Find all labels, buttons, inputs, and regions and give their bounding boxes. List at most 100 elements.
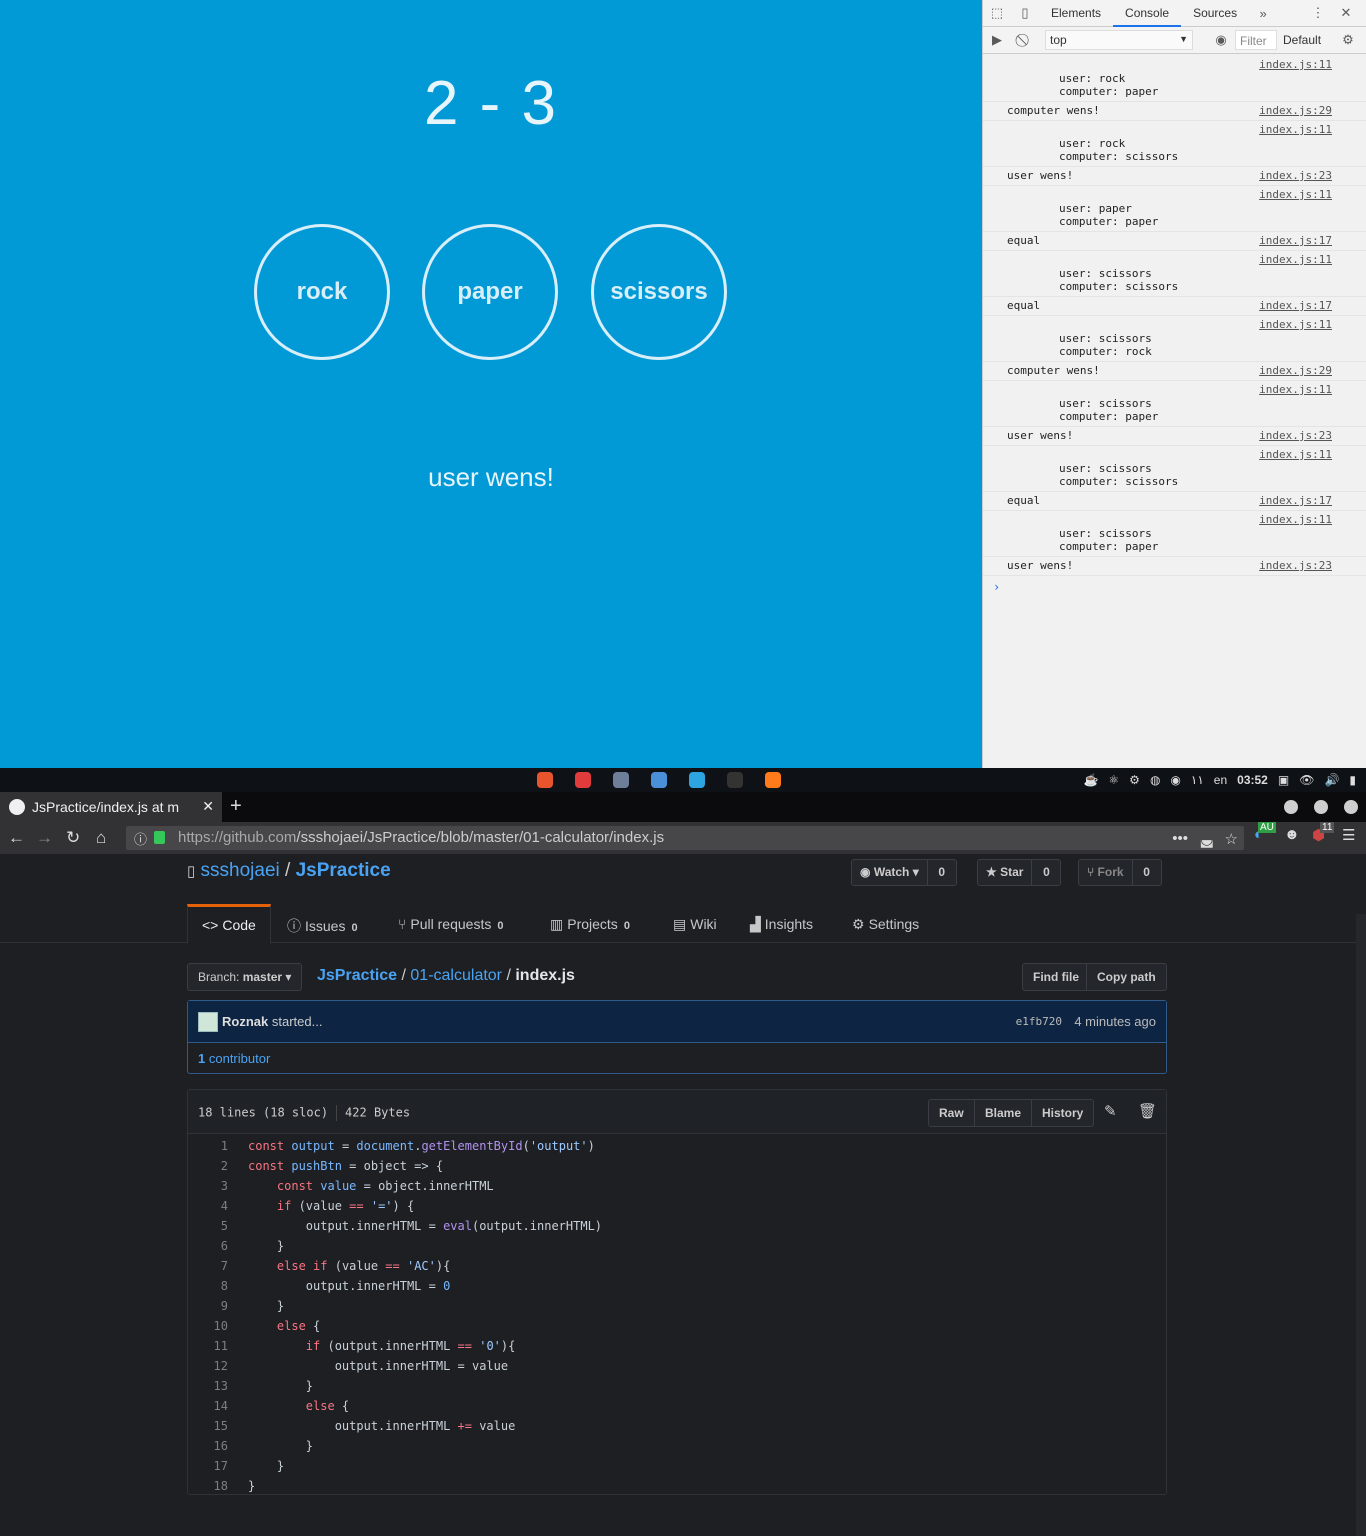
minimize-button[interactable] bbox=[1284, 800, 1298, 814]
tab-sources[interactable]: Sources bbox=[1181, 0, 1249, 27]
console-source-link[interactable]: index.js:29 bbox=[1259, 104, 1332, 117]
close-icon[interactable]: ✕ bbox=[1332, 5, 1360, 21]
tab-console[interactable]: Console bbox=[1113, 0, 1182, 27]
line-number[interactable]: 12 bbox=[188, 1356, 238, 1376]
kebab-menu-icon[interactable]: ⋮ bbox=[1304, 5, 1332, 21]
music-icon[interactable] bbox=[575, 772, 591, 788]
console-source-link[interactable]: index.js:11 bbox=[1259, 123, 1332, 136]
line-number[interactable]: 1 bbox=[188, 1136, 238, 1156]
avatar[interactable] bbox=[198, 1012, 218, 1032]
firefox-icon[interactable] bbox=[765, 772, 781, 788]
user-icon[interactable]: ◍ bbox=[1150, 773, 1160, 787]
contributors-link[interactable]: 1 contributor bbox=[188, 1043, 1166, 1074]
gear-icon[interactable]: ⚙ bbox=[1334, 32, 1362, 48]
screen-icon[interactable]: ▣ bbox=[1278, 773, 1289, 787]
branch-select[interactable]: Branch: master ▾ bbox=[187, 963, 303, 991]
star-button[interactable]: ★ Star 0 bbox=[977, 859, 1062, 886]
tab-pull-requests[interactable]: ⑂ Pull requests 0 bbox=[384, 904, 517, 944]
copy-path-button[interactable]: Copy path bbox=[1086, 963, 1167, 991]
context-select[interactable]: top ▼ bbox=[1045, 30, 1193, 50]
history-button[interactable]: History bbox=[1031, 1099, 1095, 1127]
eye-icon[interactable]: ◉ bbox=[1207, 32, 1235, 48]
line-number[interactable]: 13 bbox=[188, 1376, 238, 1396]
sidebar-toggle-icon[interactable]: ▶ bbox=[983, 32, 1011, 48]
crumb-repo[interactable]: JsPractice bbox=[317, 967, 397, 984]
back-icon[interactable]: ← bbox=[8, 828, 25, 848]
line-number[interactable]: 4 bbox=[188, 1196, 238, 1216]
console-source-link[interactable]: index.js:11 bbox=[1259, 188, 1332, 201]
console-source-link[interactable]: index.js:29 bbox=[1259, 364, 1332, 377]
rock-button[interactable]: rock bbox=[254, 224, 390, 360]
raw-button[interactable]: Raw bbox=[928, 1099, 975, 1127]
forward-icon[interactable]: → bbox=[36, 828, 53, 848]
line-number[interactable]: 17 bbox=[188, 1456, 238, 1476]
info-icon[interactable]: ⓘ bbox=[134, 829, 147, 848]
scrollbar[interactable] bbox=[1356, 914, 1366, 1536]
new-tab-icon[interactable]: + bbox=[230, 795, 242, 818]
commit-author[interactable]: Roznak bbox=[222, 1014, 268, 1029]
watch-button[interactable]: ◉ Watch ▾ 0 bbox=[851, 859, 957, 886]
telegram-icon[interactable] bbox=[689, 772, 705, 788]
line-number[interactable]: 9 bbox=[188, 1296, 238, 1316]
line-number[interactable]: 16 bbox=[188, 1436, 238, 1456]
line-number[interactable]: 2 bbox=[188, 1156, 238, 1176]
star-count[interactable]: 0 bbox=[1032, 860, 1060, 885]
console-source-link[interactable]: index.js:23 bbox=[1259, 169, 1332, 182]
maximize-button[interactable] bbox=[1314, 800, 1328, 814]
hamburger-menu-icon[interactable]: ☰ bbox=[1342, 826, 1355, 844]
close-window-button[interactable] bbox=[1344, 800, 1358, 814]
scissors-button[interactable]: scissors bbox=[591, 224, 727, 360]
console-source-link[interactable]: index.js:23 bbox=[1259, 559, 1332, 572]
volume-icon[interactable]: 🔊 bbox=[1324, 773, 1339, 787]
fork-count[interactable]: 0 bbox=[1133, 860, 1161, 885]
close-tab-icon[interactable]: ✕ bbox=[202, 798, 214, 815]
terminal-icon[interactable] bbox=[727, 772, 743, 788]
console-source-link[interactable]: index.js:11 bbox=[1259, 58, 1332, 71]
pencil-icon[interactable]: ✎ bbox=[1104, 1102, 1117, 1120]
console-source-link[interactable]: index.js:11 bbox=[1259, 383, 1332, 396]
line-number[interactable]: 3 bbox=[188, 1176, 238, 1196]
console-prompt[interactable]: › bbox=[983, 576, 1366, 598]
inspect-icon[interactable]: ⬚ bbox=[983, 5, 1011, 21]
tab-projects[interactable]: ▥ Projects 0 bbox=[536, 904, 644, 944]
browser-tab[interactable]: JsPractice/index.js at m ✕ bbox=[0, 792, 222, 822]
home-icon[interactable]: ⌂ bbox=[96, 828, 106, 848]
commit-sha[interactable]: e1fb720 bbox=[1016, 1015, 1062, 1028]
console-source-link[interactable]: index.js:11 bbox=[1259, 448, 1332, 461]
more-tabs-icon[interactable]: » bbox=[1249, 6, 1277, 21]
coffee-icon[interactable]: ☕ bbox=[1083, 773, 1098, 787]
blame-button[interactable]: Blame bbox=[974, 1099, 1033, 1127]
log-levels-select[interactable]: Default bbox=[1283, 33, 1321, 47]
console-source-link[interactable]: index.js:17 bbox=[1259, 234, 1332, 247]
line-number[interactable]: 8 bbox=[188, 1276, 238, 1296]
pocket-icon[interactable]: ◛ bbox=[1199, 830, 1214, 848]
finder-icon[interactable] bbox=[651, 772, 667, 788]
brave-icon[interactable] bbox=[537, 772, 553, 788]
network-icon[interactable]: ⚛ bbox=[1108, 773, 1119, 787]
tab-code[interactable]: <> Code bbox=[187, 904, 271, 944]
eye-icon[interactable]: 👁 bbox=[1299, 773, 1314, 787]
console-source-link[interactable]: index.js:17 bbox=[1259, 299, 1332, 312]
watch-count[interactable]: 0 bbox=[928, 860, 956, 885]
fork-button[interactable]: ⑂ Fork 0 bbox=[1078, 859, 1162, 886]
extension2-icon[interactable]: ☻ bbox=[1284, 826, 1300, 843]
line-number[interactable]: 10 bbox=[188, 1316, 238, 1336]
battery-icon[interactable]: ▮ bbox=[1349, 773, 1356, 787]
repo-name-link[interactable]: JsPractice bbox=[296, 860, 391, 881]
workspace-indicator[interactable]: ١١ bbox=[1191, 773, 1204, 787]
url-bar[interactable]: ⓘ https://github.com/ssshojaei/JsPractic… bbox=[126, 826, 1244, 850]
trash-icon[interactable]: 🗑 bbox=[1138, 1102, 1157, 1120]
clock[interactable]: 03:52 bbox=[1237, 773, 1268, 787]
line-number[interactable]: 14 bbox=[188, 1396, 238, 1416]
find-file-button[interactable]: Find file bbox=[1022, 963, 1090, 991]
tab-wiki[interactable]: ▤ Wiki bbox=[659, 904, 731, 944]
line-number[interactable]: 7 bbox=[188, 1256, 238, 1276]
crumb-dir[interactable]: 01-calculator bbox=[410, 967, 502, 984]
tab-elements[interactable]: Elements bbox=[1039, 0, 1113, 27]
repo-owner-link[interactable]: ssshojaei bbox=[201, 860, 280, 881]
tab-insights[interactable]: ▟ Insights bbox=[736, 904, 827, 944]
line-number[interactable]: 11 bbox=[188, 1336, 238, 1356]
line-number[interactable]: 18 bbox=[188, 1476, 238, 1496]
clear-console-icon[interactable]: ⃠ bbox=[1011, 32, 1039, 48]
paper-button[interactable]: paper bbox=[422, 224, 558, 360]
